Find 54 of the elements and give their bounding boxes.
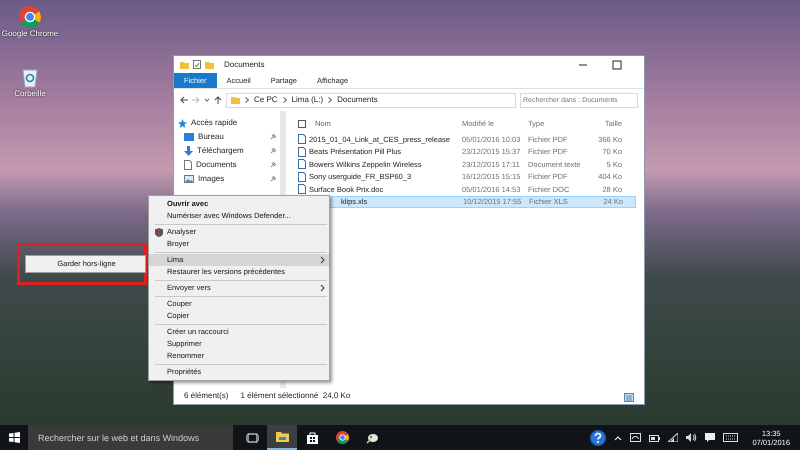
selection-info: 1 élément sélectionné 24,0 Ko [240, 390, 350, 402]
file-icon [298, 172, 306, 182]
folder-icon [231, 96, 240, 104]
file-icon [298, 146, 306, 157]
shopping-bag-icon[interactable] [306, 432, 318, 444]
window-title: Documents [224, 58, 264, 70]
shield-icon [155, 228, 163, 237]
chevron-right-icon [245, 97, 249, 103]
picture-icon [184, 175, 194, 183]
checkbox[interactable] [298, 120, 306, 128]
down-arrow-icon [184, 146, 193, 156]
chevron-right-icon [328, 97, 332, 103]
keyboard-icon[interactable] [723, 433, 738, 442]
file-icon [298, 134, 306, 144]
nav-item[interactable]: Téléchargem [197, 145, 266, 157]
chevron-right-icon [320, 256, 325, 264]
nav-item[interactable]: Documents [196, 159, 266, 171]
properties-icon[interactable] [193, 60, 201, 69]
folder-icon[interactable] [276, 431, 288, 442]
star-icon [178, 118, 187, 128]
app-icon[interactable] [366, 432, 378, 444]
breadcrumb-link[interactable]: Lima (L:) [292, 94, 324, 106]
details-view-icon[interactable] [624, 393, 634, 402]
address-bar[interactable]: Ce PC Lima (L:) Documents [226, 92, 516, 108]
chrome-icon[interactable] [336, 431, 348, 444]
item-count: 6 élément(s) [184, 390, 228, 402]
notification-icon[interactable] [705, 432, 716, 442]
search-field[interactable]: Rechercher sur le web et dans Windows [28, 425, 233, 450]
document-icon [184, 160, 192, 170]
chevron-up-icon[interactable] [614, 434, 622, 440]
file-icon [298, 184, 306, 194]
breadcrumb-link[interactable]: Ce PC [254, 94, 278, 106]
nav-item[interactable]: Bureau [198, 131, 266, 143]
task-view-icon[interactable] [246, 432, 258, 442]
speaker-icon[interactable] [686, 433, 698, 442]
battery-icon[interactable] [649, 434, 660, 442]
nav-item[interactable]: Accès rapide [191, 117, 276, 129]
chevron-right-icon [320, 284, 325, 292]
nav-item[interactable]: Images [198, 173, 266, 185]
folder-icon [180, 60, 189, 68]
monitor-icon [184, 133, 194, 141]
signal-icon[interactable] [668, 433, 678, 442]
breadcrumb-link[interactable]: Documents [337, 94, 378, 106]
maximize-icon[interactable] [612, 60, 622, 70]
chevron-down-icon[interactable] [204, 97, 210, 103]
file-icon [298, 159, 306, 170]
back-arrow-icon[interactable] [180, 96, 188, 104]
icon-label[interactable]: Google Chrome [2, 28, 58, 40]
icon-label[interactable]: Corbeille [14, 88, 46, 100]
tray-app-icon[interactable] [630, 433, 642, 442]
chevron-right-icon [282, 97, 287, 103]
windows-start-icon[interactable] [8, 432, 20, 443]
up-arrow-icon[interactable] [214, 96, 222, 104]
help-icon[interactable] [590, 430, 606, 446]
